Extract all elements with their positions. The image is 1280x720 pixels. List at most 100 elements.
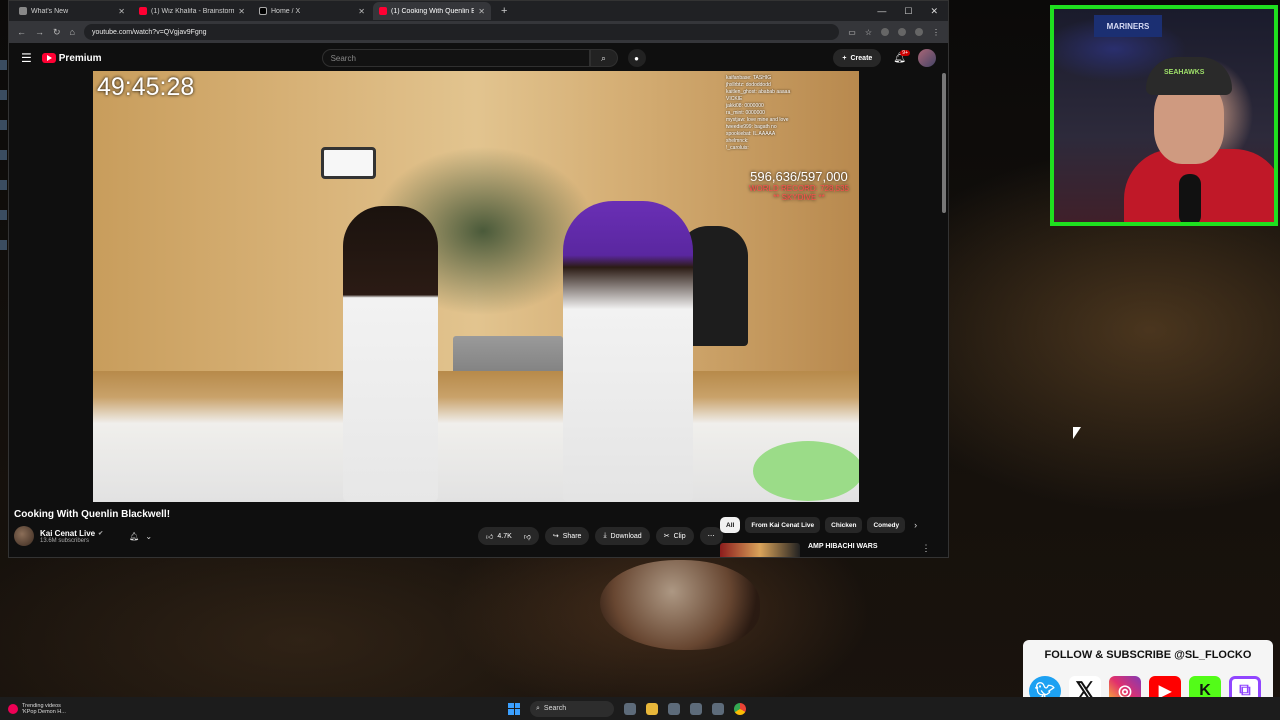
- close-icon[interactable]: ✕: [238, 7, 245, 16]
- address-bar-row: ← → ↻ ⌂ youtube.com/watch?v=QVgjav9Fgng …: [9, 21, 948, 43]
- taskbar-news-widget[interactable]: Trending videos 'KPop Demon H...: [0, 703, 66, 715]
- voice-search-button[interactable]: ●: [627, 49, 646, 67]
- webcam-wall-sign: MARINERS: [1094, 15, 1162, 37]
- page-scrollbar[interactable]: [942, 73, 946, 213]
- app-icon[interactable]: [668, 702, 680, 715]
- chip-label: All: [726, 521, 735, 529]
- search-input[interactable]: Search: [321, 49, 590, 67]
- app-icon[interactable]: [712, 702, 724, 715]
- close-icon[interactable]: ✕: [358, 7, 365, 16]
- clip-label: Clip: [673, 532, 686, 540]
- chevron-down-icon: ⌄: [145, 531, 153, 541]
- desktop-icon[interactable]: [0, 150, 7, 160]
- youtube-play-icon: [41, 53, 56, 63]
- chevron-right-icon[interactable]: ›: [914, 520, 917, 530]
- maximize-icon[interactable]: ☐: [904, 6, 912, 17]
- tab-label: (1) Cooking With Quenlin B: [391, 7, 475, 15]
- create-label: Create: [850, 54, 873, 62]
- file-explorer-icon[interactable]: [646, 702, 658, 715]
- like-button[interactable]: 👍︎ 4.7K 👎︎: [478, 527, 539, 545]
- extension-icon[interactable]: [881, 27, 889, 36]
- chat-line: tweedie999: bagath no: [726, 124, 777, 130]
- chat-line: mystjaw: love mine and love: [726, 117, 789, 123]
- video-actions: 👍︎ 4.7K 👎︎ ↪ Share ⤓ Download ✂ Clip ⋯: [478, 527, 723, 545]
- chat-line: spookiebat: IL.AAAAA: [726, 131, 776, 137]
- tab-label: Home / X: [271, 7, 301, 15]
- share-button[interactable]: ↪ Share: [544, 527, 590, 545]
- video-scene-person: [563, 201, 693, 502]
- youtube-header: ☰ Premium Search ⌕ ● + Create 🔔︎ 9+: [9, 43, 948, 73]
- taskbar-search[interactable]: ⌕ Search: [530, 700, 614, 717]
- thumbs-up-icon: 👍︎: [486, 533, 494, 541]
- like-count: 4.7K: [497, 532, 512, 540]
- plus-icon: +: [842, 54, 847, 62]
- clip-button[interactable]: ✂ Clip: [655, 527, 694, 545]
- new-tab-button[interactable]: +: [493, 5, 515, 17]
- youtube-icon: [379, 7, 387, 15]
- reload-icon[interactable]: ↻: [53, 27, 61, 38]
- channel-name[interactable]: Kai Cenat Live: [40, 529, 95, 538]
- forward-icon[interactable]: →: [35, 27, 44, 37]
- more-icon: ⋯: [707, 533, 715, 540]
- desktop-icon[interactable]: [0, 240, 7, 250]
- minimize-icon[interactable]: —: [877, 6, 886, 17]
- account-avatar[interactable]: [918, 49, 936, 67]
- chrome-icon[interactable]: [734, 702, 746, 715]
- desktop-icon[interactable]: [0, 210, 7, 220]
- chat-line: VICKIE: [726, 96, 743, 102]
- tab-whats-new[interactable]: What's New ✕: [13, 2, 131, 20]
- channel-avatar[interactable]: [14, 526, 34, 546]
- video-scene-bowl: [753, 441, 859, 501]
- extension-icon[interactable]: [915, 27, 923, 36]
- taskbar: Trending videos 'KPop Demon H... ⌕ Searc…: [0, 697, 1280, 720]
- tab-home-x[interactable]: Home / X ✕: [253, 2, 371, 20]
- chat-line: jakki08: 0000000: [726, 103, 764, 109]
- share-label: Share: [562, 532, 582, 540]
- close-icon[interactable]: ✕: [118, 7, 125, 16]
- video-scene-counter: [93, 371, 859, 502]
- subscriber-count: 13.6M subscribers: [40, 537, 90, 544]
- star-icon[interactable]: ☆: [865, 28, 872, 37]
- windows-start-icon[interactable]: [508, 702, 520, 715]
- recommended-title[interactable]: AMP HIBACHI WARS: [808, 543, 877, 550]
- tab-wiz-khalifa[interactable]: (1) Wiz Khalifa - Brainstorm ✕: [133, 2, 251, 20]
- subscription-bell-button[interactable]: 🔔︎ ⌄: [129, 532, 152, 541]
- chat-line: kaifanbase: TASHIG: [726, 75, 772, 81]
- search-button[interactable]: ⌕: [589, 49, 618, 67]
- chip-all[interactable]: All: [720, 517, 741, 533]
- hamburger-icon[interactable]: ☰: [21, 51, 32, 65]
- chip-comedy[interactable]: Comedy: [867, 517, 906, 533]
- app-icon[interactable]: [690, 702, 702, 715]
- close-icon[interactable]: ✕: [478, 7, 485, 16]
- tab-cooking-video[interactable]: (1) Cooking With Quenlin B ✕: [373, 2, 491, 20]
- recommended-thumbnail[interactable]: [720, 543, 800, 557]
- create-button[interactable]: + Create: [833, 49, 882, 67]
- home-icon[interactable]: ⌂: [70, 27, 75, 37]
- chip-chicken[interactable]: Chicken: [825, 517, 863, 533]
- extension-icon[interactable]: [898, 27, 906, 36]
- world-record: WORLD RECORD: 728,535: [748, 184, 849, 193]
- chat-line: !_caroluis:: [726, 145, 749, 151]
- youtube-logo[interactable]: Premium: [41, 53, 102, 64]
- download-button[interactable]: ⤓ Download: [595, 527, 650, 545]
- recommended-video[interactable]: AMP HIBACHI WARS ⋮: [720, 543, 930, 557]
- menu-icon[interactable]: ⋮: [932, 28, 940, 37]
- notifications-button[interactable]: 🔔︎ 9+: [893, 49, 910, 64]
- more-vert-icon[interactable]: ⋮: [921, 543, 930, 554]
- channel-name-row: Kai Cenat Live ✔: [40, 529, 103, 538]
- window-close-icon[interactable]: ✕: [930, 6, 938, 17]
- cast-icon[interactable]: ▭: [848, 28, 856, 37]
- desktop-icon-strip: [0, 60, 8, 700]
- desktop-icon[interactable]: [0, 60, 7, 70]
- desktop-icon[interactable]: [0, 180, 7, 190]
- chip-from-channel[interactable]: From Kai Cenat Live: [745, 517, 821, 533]
- back-icon[interactable]: ←: [17, 27, 26, 37]
- desktop-icon[interactable]: [0, 120, 7, 130]
- task-view-icon[interactable]: [624, 702, 636, 715]
- search-icon: ⌕: [601, 52, 607, 63]
- thumbs-down-icon[interactable]: 👎︎: [524, 532, 531, 541]
- video-player[interactable]: 49:45:28 kaifanbase: TASHIG jhxllrbtz: d…: [93, 71, 859, 502]
- search-icon: ⌕: [536, 704, 540, 712]
- url-field[interactable]: youtube.com/watch?v=QVgjav9Fgng: [83, 24, 840, 40]
- desktop-icon[interactable]: [0, 90, 7, 100]
